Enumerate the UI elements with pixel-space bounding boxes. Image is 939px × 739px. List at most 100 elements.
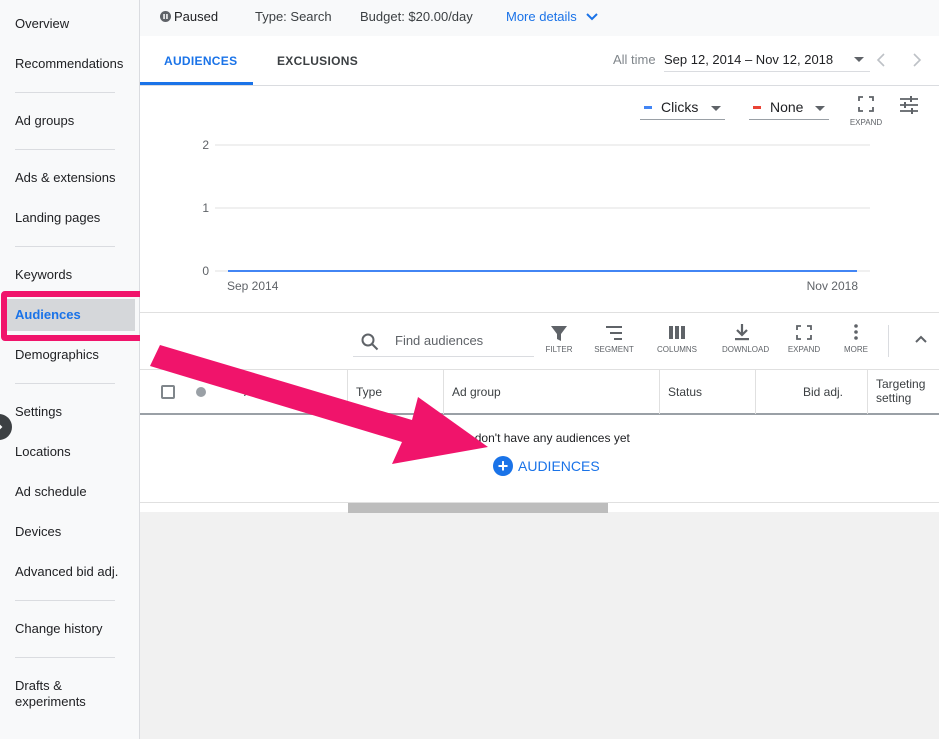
sidebar-item-label: experiments (15, 694, 86, 709)
plus-icon: + (493, 456, 513, 476)
col-ad-group[interactable]: Ad group (444, 370, 660, 414)
sidebar-divider (15, 149, 115, 150)
toolbar-divider (888, 325, 889, 357)
col-type-label: Type (356, 385, 383, 399)
table-expand-button[interactable]: EXPAND (784, 323, 824, 354)
campaign-budget: Budget: $20.00/day (360, 9, 473, 24)
sidebar-divider (15, 600, 115, 601)
search-input[interactable] (395, 333, 530, 348)
tabs-bar: AUDIENCES EXCLUSIONS All time Sep 12, 20… (140, 36, 939, 86)
search-icon (361, 333, 379, 351)
columns-button[interactable]: COLUMNS (657, 323, 697, 354)
more-button[interactable]: MORE (836, 323, 876, 354)
chevron-right-icon (0, 424, 3, 430)
empty-state-message: You don't have any audiences yet (451, 431, 630, 445)
pause-icon (160, 11, 171, 22)
chevron-up-icon[interactable] (915, 335, 927, 343)
col-targeting-line1: Targeting (876, 377, 926, 391)
x-tick-label: Sep 2014 (227, 279, 279, 293)
segment-icon (606, 326, 622, 340)
status-paused: Paused (160, 9, 218, 24)
col-bid-adj[interactable]: Bid adj. (756, 370, 868, 414)
tab-audiences[interactable]: AUDIENCES (164, 54, 237, 68)
columns-icon (669, 326, 685, 339)
sidebar-item-landing-pages[interactable]: Landing pages (15, 210, 100, 226)
y-tick-label: 1 (202, 201, 209, 215)
col-targeting-line2: setting (876, 391, 912, 405)
status-state-text: Paused (174, 9, 219, 24)
sidebar-item-overview[interactable]: Overview (15, 16, 69, 32)
y-axis-ticks: 0 1 2 (202, 138, 209, 278)
download-button[interactable]: DOWNLOAD (722, 323, 769, 354)
col-targeting-label: Targeting setting (876, 377, 925, 405)
more-details-label: More details (506, 9, 577, 24)
sidebar-nav: Overview Recommendations Ad groups Ads &… (0, 0, 140, 739)
google-ads-app: Overview Recommendations Ad groups Ads &… (0, 0, 939, 739)
date-range-picker[interactable]: Sep 12, 2014 – Nov 12, 2018 (664, 46, 870, 72)
highlight-annotation (1, 291, 147, 341)
y-tick-label: 2 (202, 138, 209, 152)
performance-chart-card: Clicks None EXPAND 012 Sep 2014 Nov 2018 (140, 86, 939, 312)
col-status[interactable]: Status (660, 370, 756, 414)
chevron-right-icon[interactable] (912, 53, 922, 67)
date-range-label: All time (613, 52, 656, 67)
sidebar-item-devices[interactable]: Devices (15, 524, 61, 540)
status-dot-cell (183, 370, 231, 414)
sidebar-item-recommendations[interactable]: Recommendations (15, 56, 123, 72)
sidebar-divider (15, 657, 115, 658)
caret-down-icon (854, 57, 864, 62)
sidebar-item-ad-groups[interactable]: Ad groups (15, 113, 74, 129)
sidebar-item-settings[interactable]: Settings (15, 404, 62, 420)
y-tick-label: 0 (202, 264, 209, 278)
col-ad-group-label: Ad group (452, 385, 501, 399)
filter-button[interactable]: FILTER (539, 323, 579, 354)
sidebar-item-locations[interactable]: Locations (15, 444, 71, 460)
filter-label: FILTER (545, 345, 573, 354)
col-bid-adj-label: Bid adj. (802, 385, 843, 399)
x-axis-ticks: Sep 2014 Nov 2018 (227, 279, 858, 293)
download-label: DOWNLOAD (722, 345, 770, 354)
col-type[interactable]: Type (348, 370, 444, 414)
fullscreen-icon (796, 325, 812, 340)
chevron-left-icon[interactable] (876, 53, 886, 67)
sidebar-divider (15, 246, 115, 247)
sidebar-item-ad-schedule[interactable]: Ad schedule (15, 484, 87, 500)
scrollbar-thumb[interactable] (348, 503, 608, 513)
filter-icon (551, 326, 567, 341)
sidebar-item-label: Drafts & (15, 678, 62, 693)
table-header: Audience Type Ad group Status Bid adj. T… (140, 369, 939, 415)
sidebar-item-demographics[interactable]: Demographics (15, 347, 99, 363)
more-label: MORE (844, 345, 868, 354)
sidebar-item-ads-extensions[interactable]: Ads & extensions (15, 170, 115, 186)
sidebar-divider (15, 92, 115, 93)
expand-label: EXPAND (787, 345, 821, 354)
tab-exclusions[interactable]: EXCLUSIONS (277, 54, 358, 68)
columns-label: COLUMNS (657, 345, 698, 354)
segment-button[interactable]: SEGMENT (594, 323, 634, 354)
segment-label: SEGMENT (594, 345, 634, 354)
chart-gridlines (215, 144, 870, 272)
x-tick-label: Nov 2018 (807, 279, 859, 293)
download-icon (735, 324, 749, 341)
sidebar-item-drafts-experiments[interactable]: Drafts & experiments (15, 678, 86, 710)
add-audience-button[interactable]: + AUDIENCES (493, 455, 600, 477)
campaign-type: Type: Search (255, 9, 332, 24)
search-box (353, 327, 534, 357)
select-all-cell (140, 370, 183, 414)
sidebar-item-change-history[interactable]: Change history (15, 621, 102, 637)
status-dot-icon (196, 387, 206, 397)
col-targeting-setting[interactable]: Targeting setting (868, 370, 939, 414)
sidebar-item-advanced-bid-adj[interactable]: Advanced bid adj. (15, 564, 118, 580)
add-audience-label: AUDIENCES (518, 458, 600, 474)
sidebar-collapse-handle[interactable] (0, 414, 12, 440)
col-audience[interactable]: Audience (231, 370, 348, 414)
audiences-table-card: FILTER SEGMENT COLUMNS DOWNLOAD EXPAND M… (140, 312, 939, 513)
active-tab-indicator (140, 82, 253, 85)
select-all-checkbox[interactable] (161, 385, 175, 399)
col-audience-label: Audience (244, 385, 295, 399)
date-range-value: Sep 12, 2014 – Nov 12, 2018 (664, 52, 834, 67)
more-details-link[interactable]: More details (506, 9, 599, 24)
sidebar-item-keywords[interactable]: Keywords (15, 267, 72, 283)
campaign-status-bar: Paused Type: Search Budget: $20.00/day M… (140, 0, 939, 36)
line-chart: 0 1 2 Sep 2014 Nov 2018 (202, 138, 870, 293)
